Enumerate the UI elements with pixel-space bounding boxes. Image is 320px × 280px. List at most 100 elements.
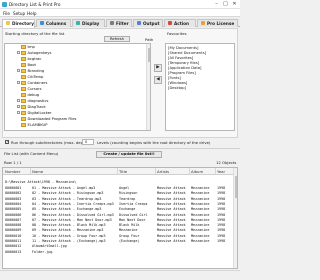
tree-item[interactable]: Downloaded Program Files	[21, 117, 76, 122]
divider	[0, 148, 240, 149]
menu-file[interactable]: File	[3, 11, 10, 16]
folder-icon	[21, 99, 26, 103]
tree-item-label: bcgtrac	[27, 57, 42, 61]
tree-item[interactable]: debug	[21, 93, 39, 98]
folder-icon	[21, 105, 26, 109]
expand-icon[interactable]	[17, 99, 20, 102]
folder-icon	[21, 117, 26, 121]
menu-help[interactable]: Help	[27, 11, 37, 16]
table-row[interactable]: D:\Massive Attack\1998 - Mezzanine\	[3, 180, 235, 185]
folder-icon	[21, 75, 26, 79]
maximize-button[interactable]: □	[221, 0, 230, 9]
tab-output-label: Output	[143, 20, 160, 26]
expand-icon[interactable]	[17, 51, 20, 54]
favorite-item[interactable]: [Desktop]	[168, 86, 186, 91]
tree-item[interactable]: Autogenkeys	[17, 51, 51, 56]
expand-icon[interactable]	[17, 105, 20, 108]
column-separator[interactable]	[215, 168, 216, 175]
title-bar: Directory List & Print Pro – □ ✕	[0, 0, 240, 9]
column-header-artists[interactable]: Artists	[157, 169, 169, 174]
expand-icon[interactable]	[17, 69, 20, 72]
column-header-album[interactable]: Album	[191, 169, 203, 174]
subdirectories-checkbox[interactable]: ✓	[5, 140, 9, 144]
tree-item-label: diagnostics	[27, 99, 49, 103]
tree-item[interactable]: tmp	[21, 45, 35, 50]
folder-icon	[21, 123, 26, 127]
close-button[interactable]: ✕	[230, 0, 239, 9]
refresh-button[interactable]: Refresh	[104, 36, 130, 42]
file-list-scrollbar[interactable]	[233, 168, 237, 268]
column-separator[interactable]	[155, 168, 156, 175]
tree-item[interactable]: ELAMBKUP	[21, 123, 47, 128]
column-separator[interactable]	[30, 168, 31, 175]
tree-item[interactable]: bcgtrac	[21, 57, 41, 62]
tab-output[interactable]: Output	[133, 18, 163, 27]
tree-item[interactable]: DigitalLocker	[17, 111, 52, 116]
tab-columns-label: Columns	[46, 20, 67, 26]
folder-icon	[21, 63, 26, 67]
table-row[interactable]: 00000013 Folder.jpg	[3, 250, 235, 255]
tree-item-label: Boot	[27, 63, 37, 67]
tree-item-label: CitiTemp	[27, 75, 44, 79]
row-info: Row 1 / 1	[4, 160, 22, 165]
tab-action[interactable]: Action	[164, 18, 196, 27]
columns-icon	[40, 21, 44, 26]
tree-item-label: DigitalLocker	[27, 111, 52, 115]
levels-label: Levels (counting begins with the root di…	[97, 140, 211, 145]
folder-icon	[21, 57, 26, 61]
name-cell: Folder.jpg	[32, 249, 53, 254]
create-file-list-button[interactable]: Create / update file list!!	[96, 151, 162, 158]
tree-item-label: debug	[27, 93, 40, 97]
folder-icon	[21, 93, 26, 97]
column-header-number[interactable]: Number	[5, 169, 20, 174]
favorites-list[interactable]: [My Documents] [Shared Documents] [All F…	[165, 43, 235, 131]
file-list-table[interactable]: Number Name Title Artists Album Year D:\…	[2, 167, 238, 269]
tree-item[interactable]: CitiTemp	[21, 75, 43, 80]
tab-pro-license[interactable]: Pro License	[197, 18, 238, 27]
tree-item[interactable]: diagnostics	[17, 99, 48, 104]
expand-icon[interactable]	[17, 111, 20, 114]
window-title: Directory List & Print Pro	[9, 2, 61, 7]
remove-favorite-button[interactable]: ◀	[154, 76, 162, 84]
tree-item-label: ELAMBKUP	[27, 123, 48, 127]
tree-item[interactable]: Containers	[17, 81, 47, 86]
tree-item[interactable]: Branding	[17, 69, 44, 74]
tree-item[interactable]: Cursors	[21, 87, 42, 92]
column-header-title[interactable]: Title	[119, 169, 127, 174]
depth-input[interactable]: 0	[82, 139, 94, 145]
tab-display[interactable]: Display	[72, 18, 105, 27]
tree-item[interactable]: DiagTrack	[17, 105, 46, 110]
column-header-name[interactable]: Name	[32, 169, 43, 174]
tree-item-label: Cursors	[27, 87, 42, 91]
tab-action-label: Action	[174, 20, 190, 26]
tab-columns[interactable]: Columns	[36, 18, 71, 27]
tab-filter[interactable]: Filter	[106, 18, 132, 27]
table-header: Number Name Title Artists Album Year	[3, 168, 235, 175]
file-list-scrollbar-thumb[interactable]	[234, 176, 237, 198]
tree-item-label: Downloaded Program Files	[27, 117, 77, 121]
folder-icon	[21, 81, 26, 85]
folder-icon	[21, 51, 26, 55]
add-favorite-button[interactable]: ▶	[154, 64, 162, 72]
display-icon	[76, 21, 80, 26]
tab-bar: Directory Columns Display Filter Output …	[0, 18, 240, 28]
tree-scrollbar[interactable]	[146, 44, 150, 130]
tree-scrollbar-thumb[interactable]	[147, 48, 150, 62]
expand-icon[interactable]	[17, 81, 20, 84]
favorites-label: Favourites	[167, 31, 187, 36]
column-separator[interactable]	[189, 168, 190, 175]
directory-tree[interactable]: tmp Autogenkeys bcgtrac Boot Branding Ci…	[4, 43, 151, 131]
menu-setup[interactable]: Setup	[13, 11, 25, 16]
tab-directory[interactable]: Directory	[2, 18, 35, 28]
filter-icon	[110, 21, 114, 26]
column-header-year[interactable]: Year	[217, 169, 225, 174]
folder-icon	[21, 45, 26, 49]
tree-item-label: tmp	[27, 45, 35, 49]
tree-item-label: Autogenkeys	[27, 51, 52, 55]
path-label: Path	[145, 37, 154, 42]
column-separator[interactable]	[117, 168, 118, 175]
start-directory-label: Starting directory of the file list	[5, 31, 65, 36]
minimize-button[interactable]: –	[212, 0, 221, 9]
file-list-label: File List (with Content Menu)	[4, 151, 59, 156]
tree-item[interactable]: Boot	[21, 63, 36, 68]
